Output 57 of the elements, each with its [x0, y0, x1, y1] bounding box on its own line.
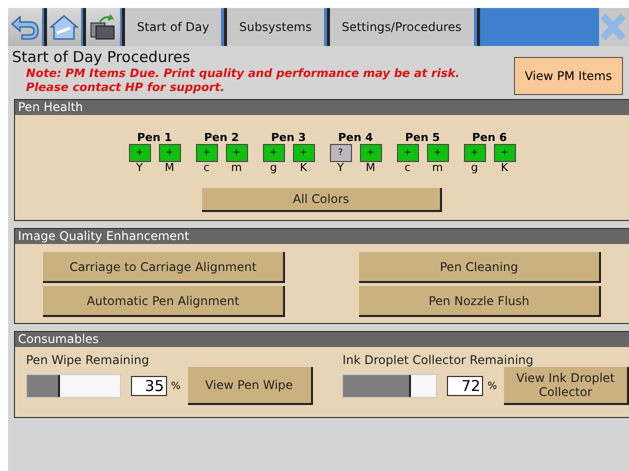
consumable-label: Ink Droplet Collector Remaining [342, 353, 534, 367]
pen-status-indicator: + [494, 144, 516, 162]
percent-unit: % [487, 380, 497, 392]
percent-value: 35 [131, 376, 167, 396]
percent-unit: % [171, 380, 181, 392]
color-letter: m [432, 162, 443, 174]
pen-status-indicator: + [292, 144, 314, 162]
procedure-button[interactable]: Automatic Pen Alignment [43, 286, 285, 317]
all-colors-button[interactable]: All Colors [202, 188, 442, 212]
view-consumable-button[interactable]: View Ink Droplet Collector [504, 367, 629, 405]
color-letter: M [366, 162, 376, 174]
warning-note: Note: PM Items Due. Print quality and performance may be at risk. Please contact HP for support. [26, 66, 460, 94]
consumable-label: Pen Wipe Remaining [26, 353, 150, 367]
pen-status-indicator: ? [330, 144, 352, 162]
color-letter: c [203, 162, 210, 174]
nav-tab[interactable]: Settings/Procedures [330, 8, 477, 46]
color-letter: m [231, 162, 242, 174]
color-letter: K [300, 162, 308, 174]
pen-label: Pen 5 [405, 131, 440, 144]
view-consumable-button[interactable]: View Pen Wipe [188, 367, 313, 405]
documents-button[interactable] [86, 8, 122, 46]
color-letter: Y [337, 162, 344, 174]
pen-label: Pen 2 [204, 131, 239, 144]
color-letter: K [500, 162, 508, 174]
pen-status-indicator: + [226, 144, 248, 162]
back-button[interactable] [8, 8, 44, 46]
pen-label: Pen 1 [137, 131, 172, 144]
pen-label: Pen 3 [271, 131, 306, 144]
color-letter: c [404, 162, 411, 174]
color-letter: Y [136, 162, 143, 174]
back-arrow-icon [10, 14, 40, 40]
nav-tab[interactable]: Subsystems [227, 8, 327, 46]
section-header: Consumables [15, 332, 629, 347]
home-button[interactable] [47, 8, 83, 46]
pen-status-indicator: + [426, 144, 448, 162]
color-letter: g [270, 162, 277, 174]
pen-status-indicator: + [262, 144, 284, 162]
pen-status-indicator: + [464, 144, 486, 162]
pen-status-indicator: + [396, 144, 418, 162]
page-title: Start of Day Procedures [12, 48, 192, 66]
procedure-button[interactable]: Carriage to Carriage Alignment [43, 252, 285, 283]
pen-status-indicator: + [128, 144, 150, 162]
nav-tab[interactable]: Start of Day [125, 8, 224, 46]
color-letter: M [164, 162, 174, 174]
pen-status-indicator: + [158, 144, 180, 162]
percent-value: 72 [447, 376, 484, 396]
pen-label: Pen 4 [338, 131, 373, 144]
color-letter: g [471, 162, 478, 174]
pen-label: Pen 6 [472, 131, 507, 144]
section-header: Image Quality Enhancement [15, 229, 629, 244]
procedure-button[interactable]: Pen Nozzle Flush [359, 286, 601, 317]
pen-status-indicator: + [360, 144, 382, 162]
pen-status-indicator: + [196, 144, 218, 162]
section-header: Pen Health [15, 100, 629, 115]
view-pm-items-button[interactable]: View PM Items [514, 57, 623, 95]
close-icon [599, 12, 627, 42]
procedure-button[interactable]: Pen Cleaning [359, 252, 601, 283]
